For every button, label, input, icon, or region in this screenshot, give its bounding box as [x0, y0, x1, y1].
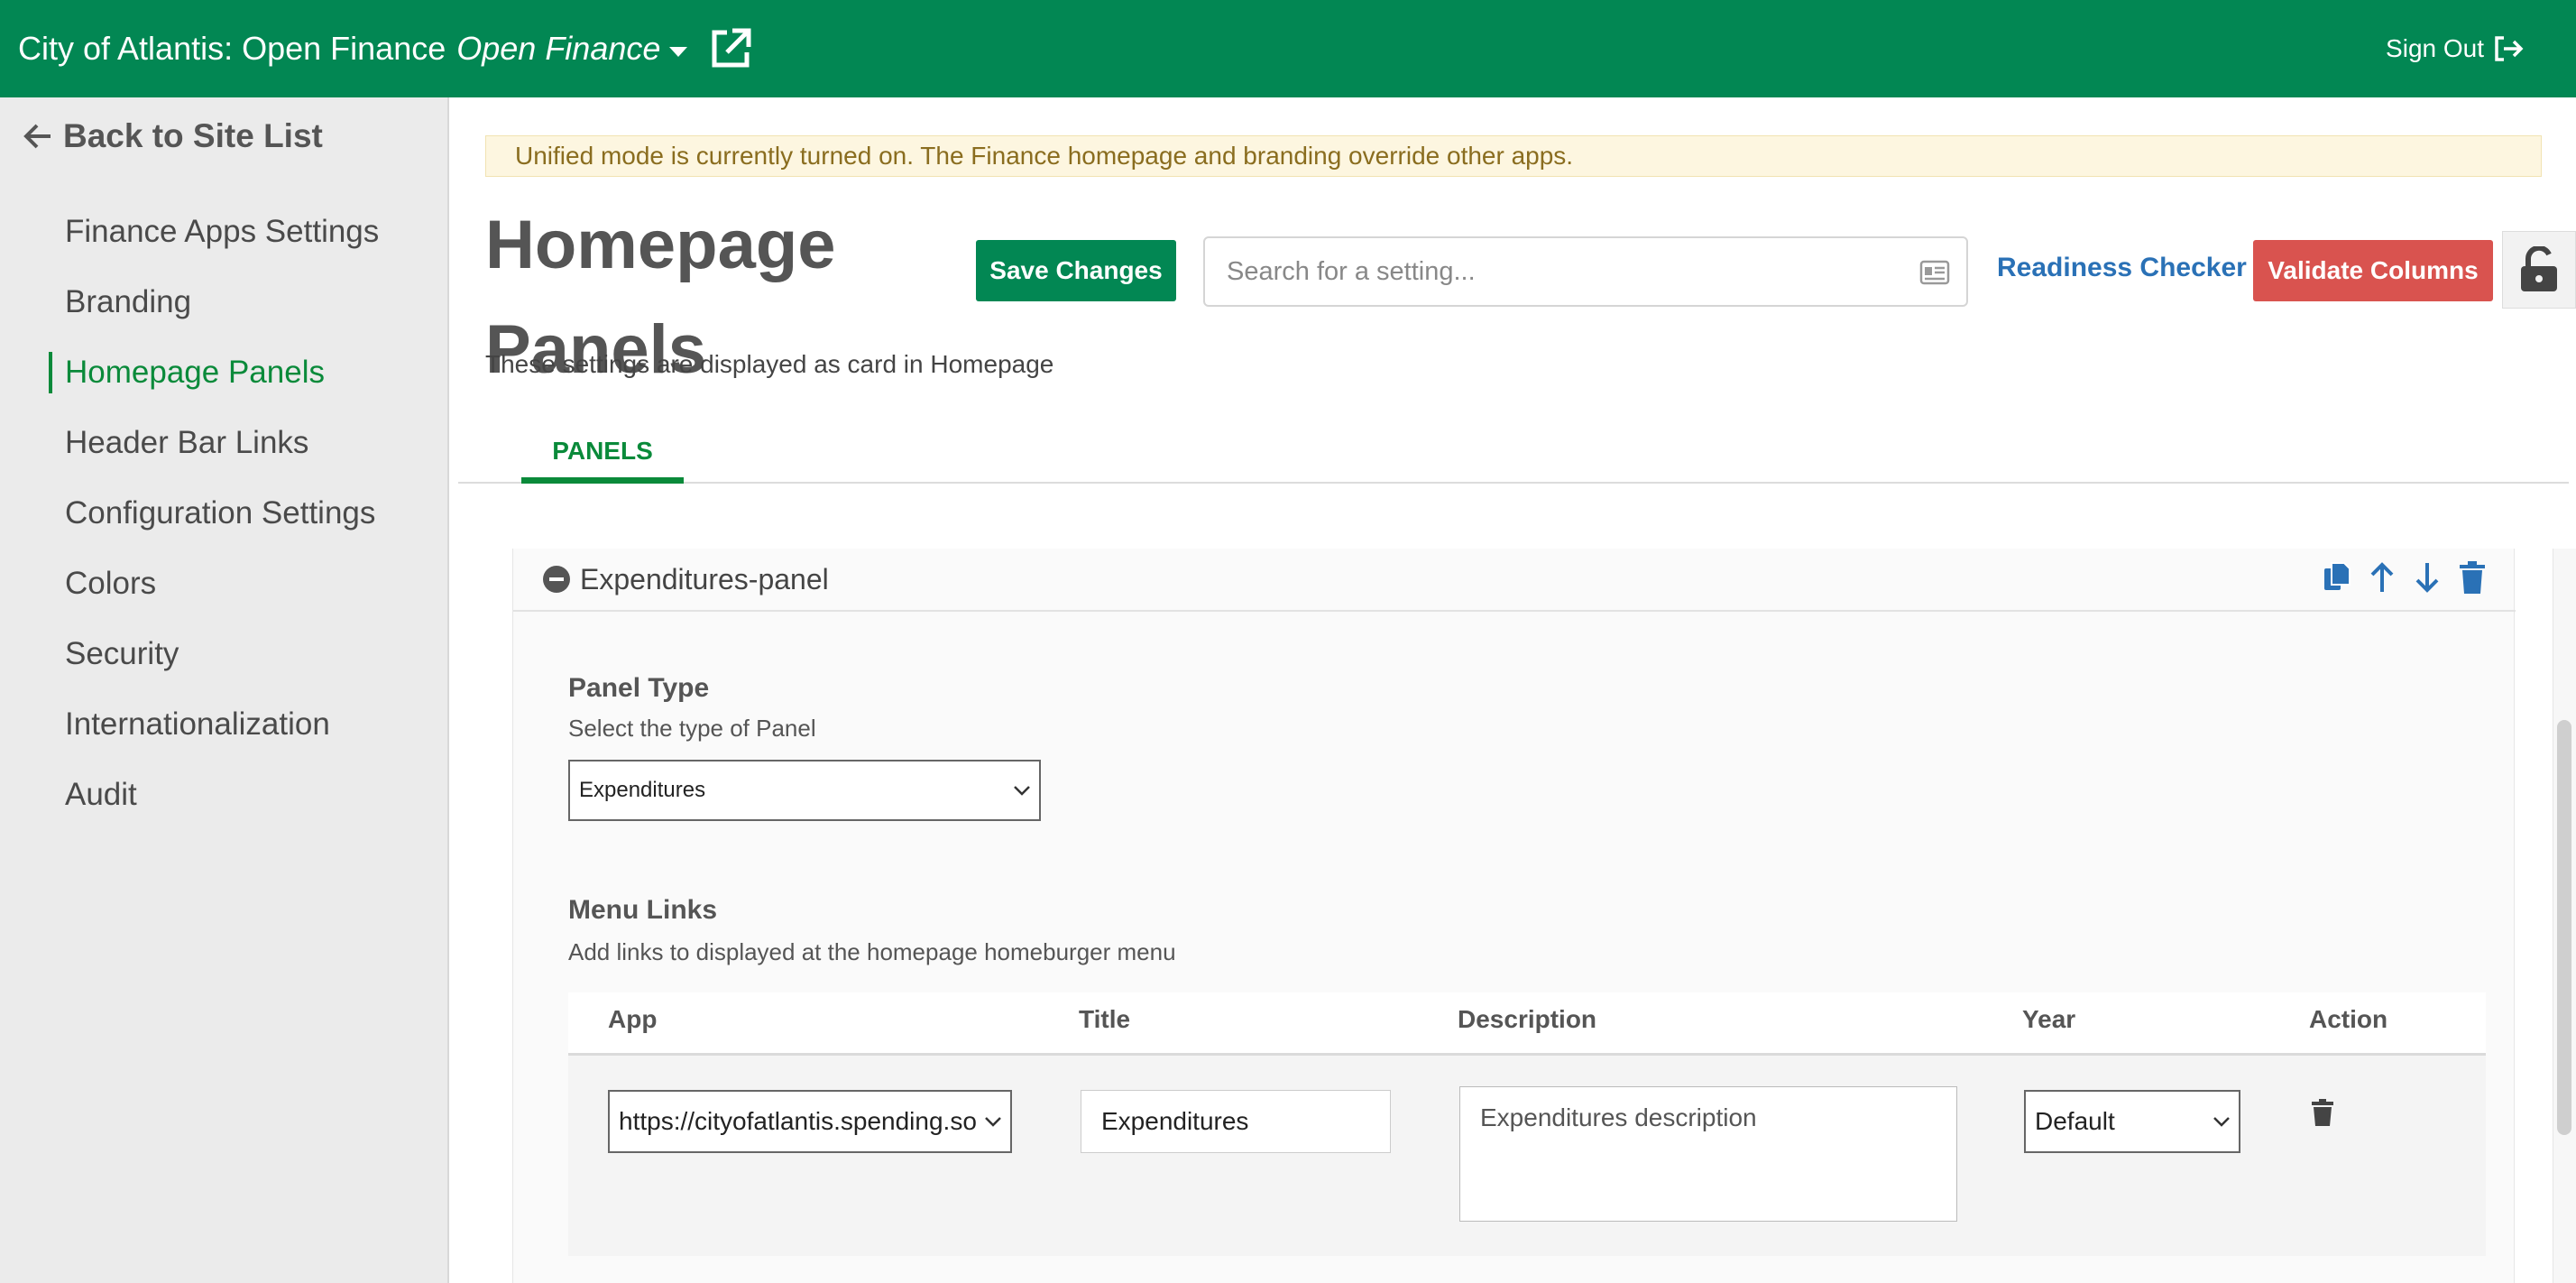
arrow-down-icon[interactable]	[2413, 561, 2442, 594]
sidebar-item-colors[interactable]: Colors	[49, 549, 379, 619]
arrow-up-icon[interactable]	[2368, 561, 2397, 594]
menu-links-table-header: App Title Description Year Action	[568, 992, 2486, 1056]
sidebar-item-configuration-settings[interactable]: Configuration Settings	[49, 478, 379, 549]
column-header-title: Title	[1079, 1005, 1131, 1033]
trash-icon[interactable]	[2458, 561, 2487, 594]
content-scrollbar[interactable]	[2553, 549, 2576, 1283]
sidebar-item-branding[interactable]: Branding	[49, 267, 379, 337]
panel-header[interactable]: Expenditures-panel	[513, 549, 2516, 612]
validate-columns-button[interactable]: Validate Columns	[2253, 240, 2493, 301]
app-select[interactable]: https://cityofatlantis.spending.socrata.…	[608, 1090, 1012, 1153]
title-input[interactable]: Expenditures	[1081, 1090, 1391, 1153]
sidebar-item-audit[interactable]: Audit	[49, 760, 379, 830]
column-header-description: Description	[1458, 1005, 1597, 1033]
external-link-icon[interactable]	[707, 25, 754, 72]
panel-type-select[interactable]: Expenditures	[568, 760, 1041, 821]
scrollbar-thumb[interactable]	[2557, 720, 2571, 1135]
column-header-action: Action	[2309, 1005, 2388, 1033]
unified-mode-banner: Unified mode is currently turned on. The…	[485, 135, 2542, 177]
panel-type-value: Expenditures	[579, 778, 706, 802]
page-subtitle: These settings are displayed as card in …	[485, 350, 1054, 378]
search-input[interactable]	[1205, 238, 1966, 305]
unlock-icon	[2521, 246, 2557, 291]
sidebar-item-security[interactable]: Security	[49, 619, 379, 689]
menu-links-help: Add links to displayed at the homepage h…	[568, 938, 1176, 965]
year-select-value: Default	[2035, 1107, 2115, 1135]
sidebar-item-header-bar-links[interactable]: Header Bar Links	[49, 408, 379, 478]
menu-links-label: Menu Links	[568, 895, 718, 925]
year-select[interactable]: Default	[2024, 1090, 2240, 1153]
panel-title: Expenditures-panel	[580, 562, 829, 595]
sidebar: Back to Site List Finance Apps Settings …	[0, 97, 449, 1283]
sign-out-link[interactable]: Sign Out	[2386, 0, 2524, 97]
table-row: https://cityofatlantis.spending.socrata.…	[568, 1056, 2486, 1256]
sidebar-nav: Finance Apps Settings Branding Homepage …	[49, 197, 379, 830]
delete-row-trash-icon[interactable]	[2311, 1099, 2334, 1126]
settings-search	[1203, 236, 1968, 307]
tab-bar: PANELS	[458, 415, 2569, 484]
caret-down-icon	[669, 46, 688, 57]
save-changes-button[interactable]: Save Changes	[976, 240, 1176, 301]
copy-icon[interactable]	[2323, 561, 2351, 594]
id-card-icon	[1919, 260, 1950, 285]
lock-toggle[interactable]	[2502, 231, 2576, 309]
panel-actions	[2323, 561, 2487, 594]
sidebar-item-homepage-panels[interactable]: Homepage Panels	[49, 337, 379, 408]
readiness-checker-link[interactable]: Readiness Checker	[1997, 253, 2247, 283]
sign-out-icon	[2495, 36, 2524, 61]
tab-panels[interactable]: PANELS	[521, 415, 684, 484]
site-title: City of Atlantis: Open Finance	[18, 30, 446, 67]
description-textarea[interactable]: Expenditures description	[1459, 1086, 1957, 1222]
chevron-down-icon	[1014, 786, 1030, 796]
sidebar-item-internationalization[interactable]: Internationalization	[49, 689, 379, 760]
panel-type-help: Select the type of Panel	[568, 715, 816, 742]
arrow-left-icon	[23, 124, 51, 149]
top-bar: City of Atlantis: Open Finance Open Fina…	[0, 0, 2576, 97]
app-select-value: https://cityofatlantis.spending.socrata.…	[619, 1107, 978, 1135]
collapse-icon[interactable]	[542, 565, 571, 594]
app-name: Open Finance	[456, 30, 661, 67]
back-to-site-list-link[interactable]: Back to Site List	[22, 117, 323, 155]
sidebar-item-finance-apps-settings[interactable]: Finance Apps Settings	[49, 197, 379, 267]
column-header-year: Year	[2022, 1005, 2076, 1033]
sign-out-label: Sign Out	[2386, 34, 2484, 62]
chevron-down-icon	[2213, 1117, 2230, 1127]
panel-type-label: Panel Type	[568, 673, 710, 703]
back-label: Back to Site List	[63, 117, 323, 154]
app-switcher[interactable]: Open Finance	[456, 30, 688, 68]
column-header-app: App	[608, 1005, 658, 1033]
chevron-down-icon	[985, 1117, 1001, 1127]
